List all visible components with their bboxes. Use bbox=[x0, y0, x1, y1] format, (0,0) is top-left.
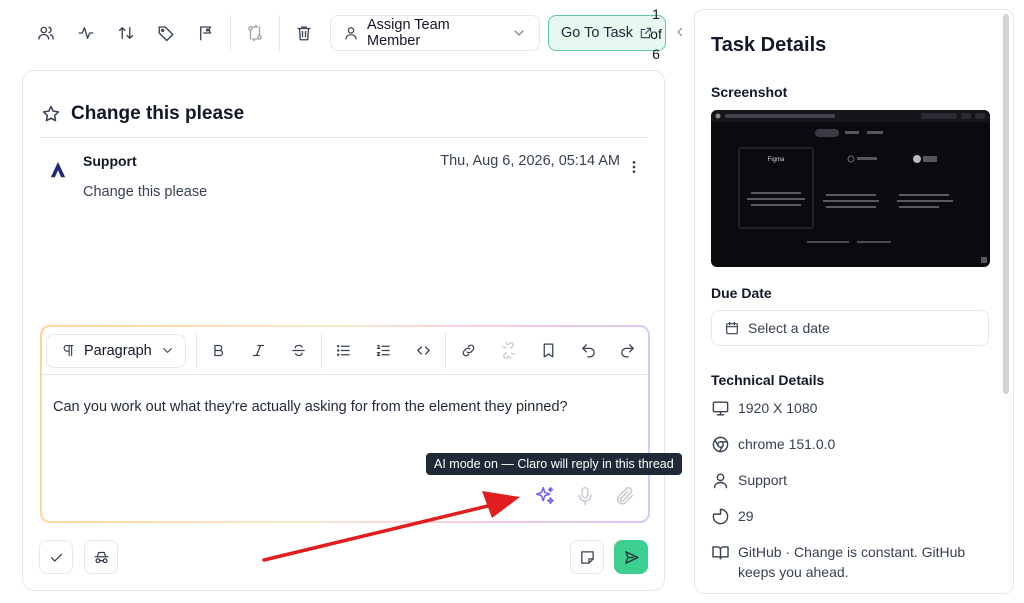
screenshot-thumbnail[interactable]: Figma bbox=[711, 110, 990, 267]
assign-team-member-select[interactable]: Assign Team Member bbox=[330, 15, 540, 51]
chrome-icon bbox=[711, 434, 730, 454]
page-row: GitHub · Change is constant. GitHub keep… bbox=[711, 542, 978, 582]
book-open-icon bbox=[711, 542, 730, 562]
redo-icon[interactable] bbox=[608, 334, 648, 368]
monitor-icon bbox=[711, 398, 730, 418]
resolve-button[interactable] bbox=[39, 540, 73, 574]
ticket-header: Change this please bbox=[41, 103, 244, 125]
due-date-heading: Due Date bbox=[711, 285, 772, 301]
pie-icon bbox=[711, 506, 730, 526]
toolbar-divider bbox=[195, 332, 197, 369]
chevron-left-icon[interactable] bbox=[674, 26, 686, 38]
chevron-down-icon bbox=[511, 25, 527, 41]
italic-icon[interactable] bbox=[239, 334, 279, 368]
author-logo-icon bbox=[49, 161, 67, 179]
flag-message-icon[interactable] bbox=[186, 14, 226, 52]
ticket-card: Change this please Support Change this p… bbox=[22, 70, 682, 591]
due-date-placeholder: Select a date bbox=[748, 320, 830, 336]
link-icon[interactable] bbox=[448, 334, 488, 368]
panel-title: Task Details bbox=[711, 34, 827, 56]
incognito-icon bbox=[93, 549, 110, 566]
toolbar-divider bbox=[279, 15, 280, 51]
bullet-list-icon[interactable] bbox=[324, 334, 364, 368]
merge-icon[interactable] bbox=[235, 14, 275, 52]
code-icon[interactable] bbox=[403, 334, 443, 368]
check-icon bbox=[48, 549, 65, 566]
sticky-note-icon bbox=[579, 549, 596, 566]
page-total: 6 bbox=[652, 46, 660, 62]
format-toolbar: Paragraph bbox=[42, 327, 648, 375]
block-type-label: Paragraph bbox=[84, 342, 152, 359]
panel-scrollbar[interactable] bbox=[1003, 14, 1009, 394]
assign-label: Assign Team Member bbox=[367, 17, 450, 49]
message-author: Support bbox=[83, 153, 137, 169]
page-value: GitHub · Change is constant. GitHub keep… bbox=[738, 544, 966, 580]
chevron-down-icon bbox=[160, 343, 175, 358]
bookmark-icon[interactable] bbox=[528, 334, 568, 368]
user-icon bbox=[343, 25, 359, 41]
send-icon bbox=[623, 549, 640, 566]
undo-icon[interactable] bbox=[568, 334, 608, 368]
calendar-icon bbox=[724, 320, 740, 336]
incognito-button[interactable] bbox=[84, 540, 118, 574]
count-row: 29 bbox=[711, 506, 978, 526]
editor-content[interactable]: Can you work out what they're actually a… bbox=[53, 399, 568, 415]
send-button[interactable] bbox=[614, 540, 648, 574]
go-to-task-label: Go To Task bbox=[561, 25, 634, 41]
more-vertical-icon[interactable] bbox=[626, 159, 642, 175]
reply-editor: Paragraph Can you work out what they're … bbox=[40, 325, 682, 523]
paperclip-icon[interactable] bbox=[614, 485, 636, 507]
strikethrough-icon[interactable] bbox=[279, 334, 319, 368]
resolution-value: 1920 X 1080 bbox=[738, 400, 818, 416]
note-button[interactable] bbox=[570, 540, 604, 574]
pager-counter: 1 of 6 bbox=[648, 4, 664, 64]
toolbar-divider bbox=[320, 332, 322, 369]
ticket-title: Change this please bbox=[71, 103, 245, 124]
message-timestamp: Thu, Aug 6, 2026, 05:14 AM bbox=[440, 153, 620, 169]
due-date-input[interactable]: Select a date bbox=[711, 310, 989, 346]
divider bbox=[40, 137, 648, 138]
users-icon[interactable] bbox=[26, 14, 66, 52]
task-details-panel: Task Details Screenshot Figma Due Date S… bbox=[694, 9, 1014, 594]
microphone-icon[interactable] bbox=[574, 485, 596, 507]
message-body: Change this please bbox=[83, 184, 208, 200]
unlink-icon[interactable] bbox=[488, 334, 528, 368]
pilcrow-icon bbox=[61, 343, 76, 358]
bold-icon[interactable] bbox=[199, 334, 239, 368]
page-of: of bbox=[650, 26, 662, 42]
star-icon[interactable] bbox=[41, 104, 61, 124]
activity-icon[interactable] bbox=[66, 14, 106, 52]
thumbnail-card-title: Figma bbox=[768, 157, 785, 163]
ai-sparkle-icon[interactable] bbox=[534, 485, 556, 507]
toolbar-divider bbox=[230, 15, 231, 51]
ai-mode-tooltip: AI mode on — Claro will reply in this th… bbox=[426, 453, 682, 475]
user-row: Support bbox=[711, 470, 978, 490]
user-value: Support bbox=[738, 472, 788, 488]
screenshot-heading: Screenshot bbox=[711, 84, 788, 100]
browser-value: chrome 151.0.0 bbox=[738, 436, 836, 452]
technical-details-heading: Technical Details bbox=[711, 372, 825, 388]
block-type-select[interactable]: Paragraph bbox=[46, 333, 186, 368]
top-toolbar: Assign Team Member Go To Task bbox=[26, 14, 667, 52]
user-icon bbox=[711, 470, 730, 490]
resolution-row: 1920 X 1080 bbox=[711, 398, 978, 418]
numbered-list-icon[interactable] bbox=[363, 334, 403, 368]
count-value: 29 bbox=[738, 508, 754, 524]
toolbar-divider bbox=[445, 332, 447, 369]
browser-row: chrome 151.0.0 bbox=[711, 434, 978, 454]
sort-icon[interactable] bbox=[106, 14, 146, 52]
editor-actions bbox=[534, 485, 636, 507]
tag-icon[interactable] bbox=[146, 14, 186, 52]
page-current: 1 bbox=[652, 6, 660, 22]
trash-icon[interactable] bbox=[284, 14, 324, 52]
